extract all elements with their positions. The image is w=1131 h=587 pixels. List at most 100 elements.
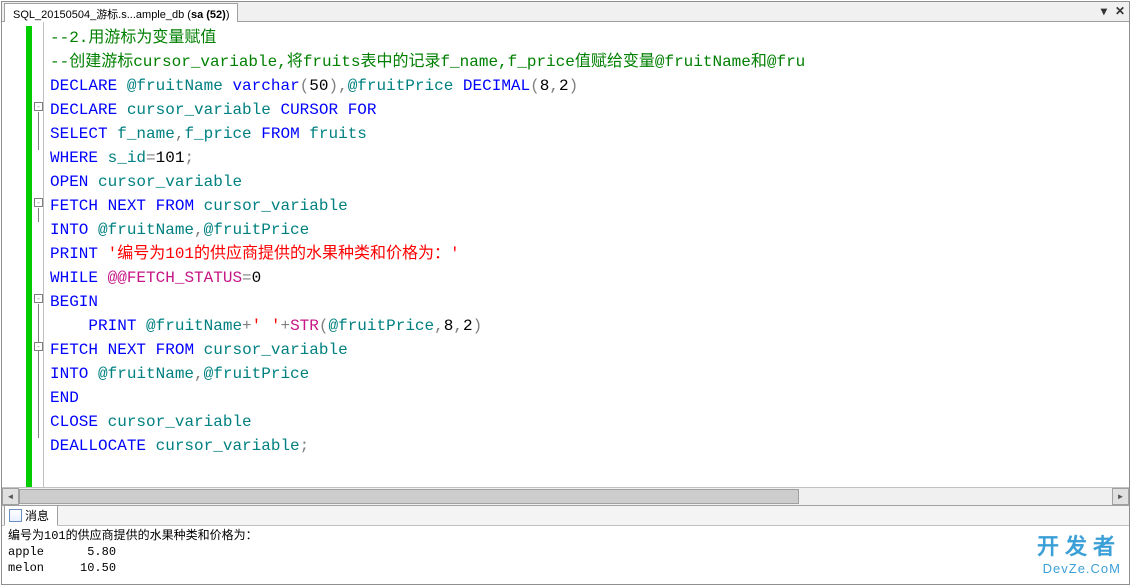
punct: ; [300,437,310,455]
num: 101 [156,149,185,167]
msg-line: melon 10.50 [8,561,116,575]
func: STR [290,317,319,335]
fold-line [38,304,39,438]
var: @fruitPrice [204,365,310,383]
string: ' ' [252,317,281,335]
scroll-left-icon[interactable]: ◄ [2,488,19,505]
punct: , [434,317,444,335]
punct: ) [473,317,483,335]
op: + [280,317,290,335]
type: varchar [232,77,299,95]
kw: NEXT [108,341,146,359]
punct: ( [530,77,540,95]
col: f_price [184,125,251,143]
dropdown-icon[interactable]: ▾ [1101,4,1107,18]
tab-label-bold: sa (52) [191,9,226,21]
editor-area: - - - - --2.用游标为变量赋值 --创建游标cursor_variab… [2,22,1129,487]
fold-line [38,208,39,222]
fold-line [38,112,39,150]
kw: FOR [348,101,377,119]
gutter: - - - - [2,22,44,487]
kw: END [50,389,79,407]
punct: , [194,221,204,239]
close-icon[interactable]: ✕ [1115,4,1125,18]
num: 2 [463,317,473,335]
editor-tab[interactable]: SQL_20150504_游标.s...ample_db (sa (52)) [4,3,238,22]
var: @fruitPrice [348,77,454,95]
kw: INTO [50,221,88,239]
tab-bar: SQL_20150504_游标.s...ample_db (sa (52)) ▾… [2,2,1129,22]
fold-toggle[interactable]: - [34,294,43,303]
num: 2 [559,77,569,95]
var: @fruitName [127,77,223,95]
ident: cursor_variable [204,341,348,359]
table: fruits [309,125,367,143]
kw: NEXT [108,197,146,215]
tab-controls: ▾ ✕ [1101,4,1125,18]
var: @fruitName [98,221,194,239]
num: 8 [540,77,550,95]
scroll-track[interactable] [19,488,1112,505]
document-icon [9,509,22,522]
kw: PRINT [88,317,136,335]
kw: FROM [156,341,194,359]
kw: FROM [261,125,299,143]
kw: FETCH [50,341,98,359]
kw: DECLARE [50,101,117,119]
ident: cursor_variable [204,197,348,215]
comment: --创建游标cursor_variable,将fruits表中的记录f_name… [50,53,805,71]
col: f_name [117,125,175,143]
messages-tab-label: 消息 [25,507,49,524]
sysvar: @@FETCH_STATUS [108,269,242,287]
var: @fruitName [98,365,194,383]
messages-tab[interactable]: 消息 [4,505,58,526]
punct: , [549,77,559,95]
punct: , [194,365,204,383]
fold-line [38,352,39,366]
ident: cursor_variable [98,173,242,191]
kw: SELECT [50,125,108,143]
kw: WHILE [50,269,98,287]
kw: BEGIN [50,293,98,311]
op: = [242,269,252,287]
var: @fruitName [146,317,242,335]
num: 50 [309,77,328,95]
kw: DEALLOCATE [50,437,146,455]
change-bar [26,26,32,487]
kw: DECLARE [50,77,117,95]
col: s_id [108,149,146,167]
messages-tab-bar: 消息 [2,506,1129,526]
kw: PRINT [50,245,98,263]
horizontal-scrollbar[interactable]: ◄ ► [2,487,1129,504]
tab-label-prefix: SQL_20150504_游标.s...ample_db ( [13,9,191,21]
op: + [242,317,252,335]
kw: CLOSE [50,413,98,431]
app-window: SQL_20150504_游标.s...ample_db (sa (52)) ▾… [1,1,1130,585]
var: @fruitPrice [204,221,310,239]
kw: FROM [156,197,194,215]
messages-panel: 消息 编号为101的供应商提供的水果种类和价格为： apple 5.80 mel… [2,504,1129,584]
msg-line: apple 5.80 [8,545,116,559]
kw: CURSOR [280,101,338,119]
var: @fruitPrice [329,317,435,335]
fold-toggle[interactable]: - [34,198,43,207]
code-editor[interactable]: --2.用游标为变量赋值 --创建游标cursor_variable,将frui… [44,22,1129,487]
num: 0 [252,269,262,287]
punct: ( [319,317,329,335]
messages-output[interactable]: 编号为101的供应商提供的水果种类和价格为： apple 5.80 melon … [2,526,1129,584]
scroll-thumb[interactable] [19,489,799,504]
fold-toggle[interactable]: - [34,102,43,111]
punct: ( [300,77,310,95]
msg-line: 编号为101的供应商提供的水果种类和价格为： [8,529,258,543]
kw: WHERE [50,149,98,167]
fold-toggle[interactable]: - [34,342,43,351]
ident: cursor_variable [127,101,271,119]
num: 8 [444,317,454,335]
punct: ), [328,77,347,95]
scroll-right-icon[interactable]: ► [1112,488,1129,505]
punct: , [175,125,185,143]
tab-label-suffix: ) [226,9,230,21]
kw: OPEN [50,173,88,191]
punct: ; [184,149,194,167]
ident: cursor_variable [108,413,252,431]
